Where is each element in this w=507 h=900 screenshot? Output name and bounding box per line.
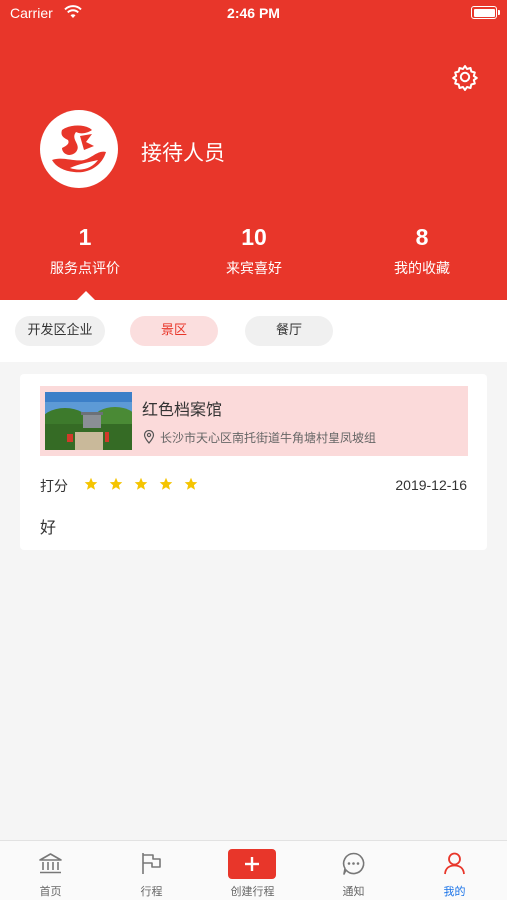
flag-icon	[142, 853, 161, 874]
stat-label: 来宾喜好	[226, 261, 282, 277]
clock: 2:46 PM	[227, 5, 280, 21]
review-card: 红色档案馆 长沙市天心区南托街道牛角塘村皇凤坡组 打分 2019-12-16 好	[20, 374, 487, 550]
place-thumbnail	[45, 392, 132, 450]
status-bar: Carrier 2:46 PM	[0, 0, 507, 28]
tab-label: 我的	[443, 885, 466, 898]
person-icon	[444, 852, 465, 875]
tab-label: 首页	[39, 885, 62, 898]
star-icon	[134, 477, 148, 490]
star-icon	[159, 477, 173, 490]
stat-service-reviews[interactable]: 1 服务点评价	[25, 222, 145, 278]
user-name: 接待人员	[141, 141, 225, 165]
category-filter-bar: 开发区企业 景区 餐厅	[0, 300, 507, 362]
stat-my-favorites[interactable]: 8 我的收藏	[362, 222, 482, 278]
profile-header: Carrier 2:46 PM 接待人员 1 服务点评价 10 来宾喜好 8 我…	[0, 0, 507, 300]
star-icon	[84, 477, 98, 490]
gear-icon[interactable]	[451, 63, 479, 91]
logo-icon	[52, 125, 106, 173]
chat-icon	[342, 852, 365, 875]
review-date: 2019-12-16	[395, 477, 467, 493]
tab-label: 行程	[140, 885, 163, 898]
filter-chip-restaurant[interactable]: 餐厅	[245, 316, 333, 346]
stat-value: 8	[415, 224, 429, 250]
stat-value: 10	[241, 224, 267, 250]
place-address: 长沙市天心区南托街道牛角塘村皇凤坡组	[160, 431, 377, 445]
tab-home[interactable]: 首页	[0, 841, 101, 900]
battery-icon	[471, 6, 500, 19]
place-name: 红色档案馆	[142, 400, 223, 419]
score-label: 打分	[40, 479, 68, 495]
active-stat-indicator	[77, 291, 95, 300]
star-rating	[84, 477, 198, 491]
plus-icon	[245, 857, 259, 871]
tab-label: 创建行程	[230, 885, 275, 898]
filter-chip-enterprise[interactable]: 开发区企业	[15, 316, 105, 346]
tab-mine[interactable]: 我的	[404, 841, 505, 900]
stat-label: 我的收藏	[394, 261, 450, 277]
star-icon	[184, 477, 198, 490]
tab-itinerary[interactable]: 行程	[101, 841, 202, 900]
tab-create-itinerary[interactable]: 创建行程	[202, 841, 303, 900]
tab-label: 通知	[342, 885, 365, 898]
avatar[interactable]	[40, 110, 118, 188]
place-summary[interactable]: 红色档案馆 长沙市天心区南托街道牛角塘村皇凤坡组	[40, 386, 468, 456]
review-comment: 好	[40, 518, 57, 537]
stat-guest-preferences[interactable]: 10 来宾喜好	[194, 222, 314, 278]
filter-chip-scenic[interactable]: 景区	[130, 316, 218, 346]
stat-value: 1	[78, 224, 92, 250]
location-pin-icon	[143, 430, 155, 444]
bank-icon	[39, 853, 62, 874]
tab-notifications[interactable]: 通知	[303, 841, 404, 900]
stat-label: 服务点评价	[50, 261, 120, 277]
create-itinerary-button[interactable]	[228, 849, 276, 879]
star-icon	[109, 477, 123, 490]
tab-bar: 首页 行程 创建行程 通知 我的	[0, 840, 507, 900]
